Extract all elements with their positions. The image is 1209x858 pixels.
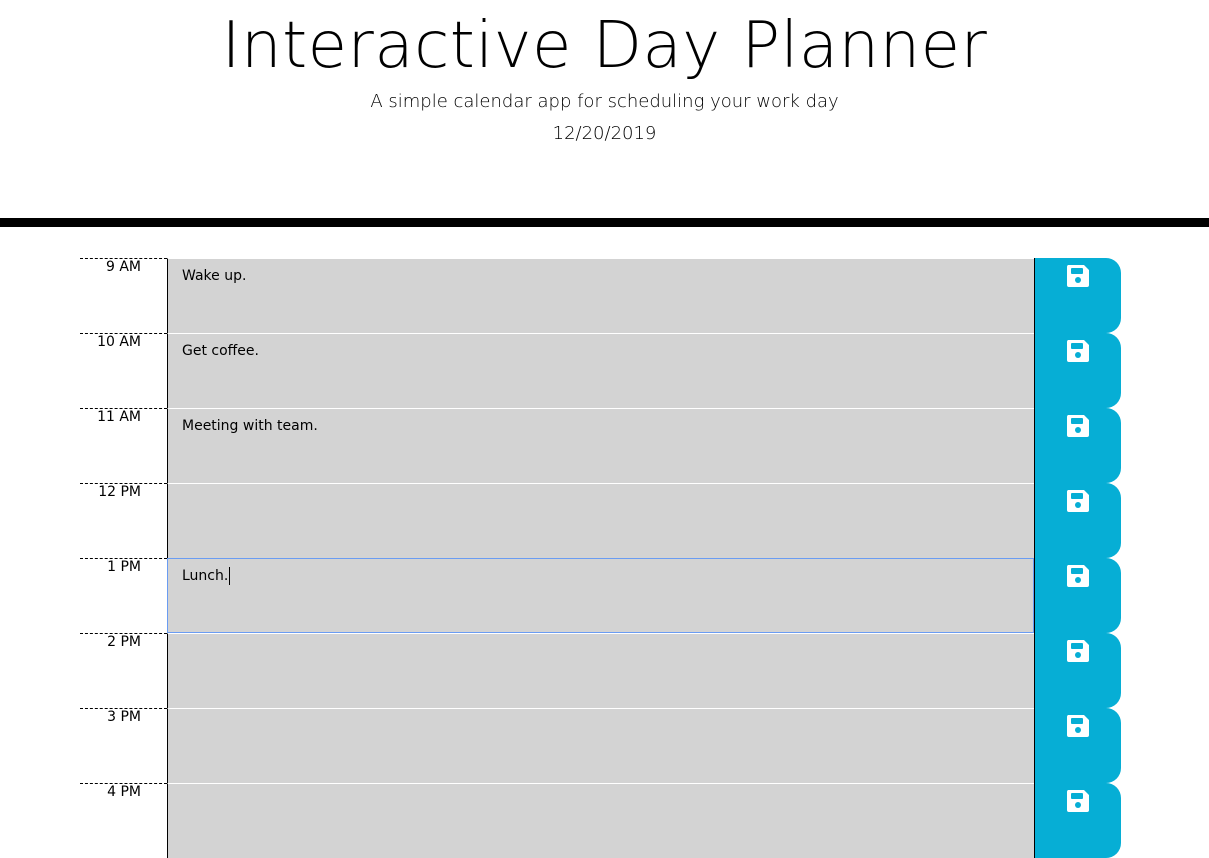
- floppy-disk-icon: [1064, 787, 1092, 815]
- hour-label: 10 AM: [80, 333, 167, 408]
- floppy-disk-icon: [1064, 562, 1092, 590]
- floppy-disk-icon: [1064, 712, 1092, 740]
- event-description-textarea[interactable]: Meeting with team.: [167, 408, 1034, 483]
- time-block-row: 4 PM: [80, 783, 1121, 858]
- save-button[interactable]: [1034, 333, 1121, 408]
- event-description-textarea[interactable]: [167, 783, 1034, 858]
- floppy-disk-icon: [1064, 337, 1092, 365]
- save-button[interactable]: [1034, 483, 1121, 558]
- event-description-textarea[interactable]: [167, 633, 1034, 708]
- hour-label: 9 AM: [80, 258, 167, 333]
- page-title: Interactive Day Planner: [221, 9, 988, 83]
- event-description-textarea[interactable]: Lunch.: [167, 558, 1034, 633]
- save-button[interactable]: [1034, 708, 1121, 783]
- time-block-row: 12 PM: [80, 483, 1121, 558]
- text-caret: [229, 567, 231, 585]
- save-button[interactable]: [1034, 408, 1121, 483]
- floppy-disk-icon: [1064, 487, 1092, 515]
- current-date: 12/20/2019: [552, 123, 657, 144]
- event-description-text: Lunch.: [182, 568, 229, 584]
- hour-label: 3 PM: [80, 708, 167, 783]
- save-button[interactable]: [1034, 558, 1121, 633]
- time-block-row: 11 AM Meeting with team.: [80, 408, 1121, 483]
- header: Interactive Day Planner A simple calenda…: [0, 0, 1209, 218]
- save-button[interactable]: [1034, 258, 1121, 333]
- floppy-disk-icon: [1064, 412, 1092, 440]
- planner: 9 AM Wake up. 10 AM Get coffee. 11 AM Meeting…: [80, 258, 1121, 858]
- floppy-disk-icon: [1064, 262, 1092, 290]
- event-description-textarea[interactable]: Get coffee.: [167, 333, 1034, 408]
- save-button[interactable]: [1034, 783, 1121, 858]
- header-divider: [0, 218, 1209, 227]
- event-description-textarea[interactable]: [167, 483, 1034, 558]
- time-block-row: 1 PM Lunch.: [80, 558, 1121, 633]
- event-description-textarea[interactable]: Wake up.: [167, 258, 1034, 333]
- time-block-row: 2 PM: [80, 633, 1121, 708]
- event-description-text: Wake up.: [182, 268, 247, 284]
- time-block-row: 9 AM Wake up.: [80, 258, 1121, 333]
- event-description-text: Meeting with team.: [182, 418, 318, 434]
- event-description-text: Get coffee.: [182, 343, 259, 359]
- floppy-disk-icon: [1064, 637, 1092, 665]
- time-block-row: 3 PM: [80, 708, 1121, 783]
- save-button[interactable]: [1034, 633, 1121, 708]
- hour-label: 1 PM: [80, 558, 167, 633]
- time-block-row: 10 AM Get coffee.: [80, 333, 1121, 408]
- hour-label: 2 PM: [80, 633, 167, 708]
- hour-label: 4 PM: [80, 783, 167, 858]
- hour-label: 11 AM: [80, 408, 167, 483]
- page-subtitle: A simple calendar app for scheduling you…: [370, 91, 839, 112]
- hour-label: 12 PM: [80, 483, 167, 558]
- event-description-textarea[interactable]: [167, 708, 1034, 783]
